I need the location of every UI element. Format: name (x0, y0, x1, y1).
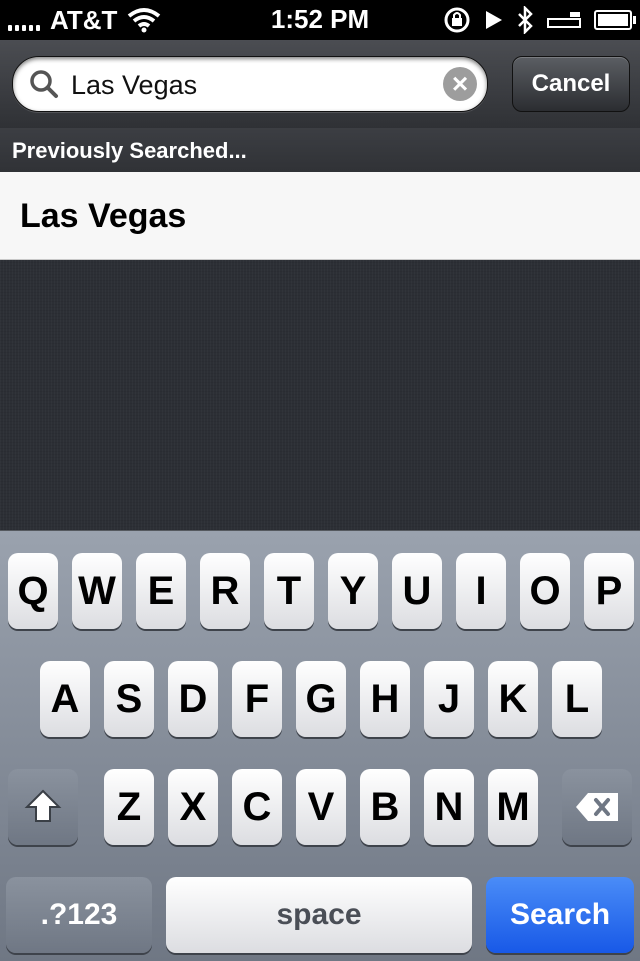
play-icon (486, 11, 502, 29)
key-j[interactable]: J (424, 661, 474, 737)
space-key[interactable]: space (166, 877, 472, 953)
key-r[interactable]: R (200, 553, 250, 629)
key-q[interactable]: Q (8, 553, 58, 629)
empty-background (0, 260, 640, 530)
shift-key[interactable] (8, 769, 78, 845)
delete-key[interactable] (562, 769, 632, 845)
search-field[interactable]: × (12, 56, 488, 112)
orientation-lock-icon (444, 7, 470, 33)
backspace-icon (576, 793, 618, 821)
numbers-key[interactable]: .?123 (6, 877, 152, 953)
search-bar: × Cancel (0, 40, 640, 129)
key-k[interactable]: K (488, 661, 538, 737)
key-a[interactable]: A (40, 661, 90, 737)
key-n[interactable]: N (424, 769, 474, 845)
key-l[interactable]: L (552, 661, 602, 737)
bluetooth-icon (518, 6, 533, 34)
status-right (442, 4, 636, 36)
keyboard: Q W E R T Y U I O P A S D F G H J K L Z … (0, 530, 640, 961)
alarm-bar-icon (547, 12, 581, 28)
search-icon (30, 70, 58, 98)
key-h[interactable]: H (360, 661, 410, 737)
key-y[interactable]: Y (328, 553, 378, 629)
key-z[interactable]: Z (104, 769, 154, 845)
key-w[interactable]: W (72, 553, 122, 629)
key-u[interactable]: U (392, 553, 442, 629)
section-header: Previously Searched... (0, 128, 640, 172)
key-t[interactable]: T (264, 553, 314, 629)
key-x[interactable]: X (168, 769, 218, 845)
key-s[interactable]: S (104, 661, 154, 737)
key-g[interactable]: G (296, 661, 346, 737)
status-bar: AT&T 1:52 PM (0, 0, 640, 40)
cancel-button[interactable]: Cancel (512, 56, 630, 112)
key-e[interactable]: E (136, 553, 186, 629)
key-d[interactable]: D (168, 661, 218, 737)
key-f[interactable]: F (232, 661, 282, 737)
list-item[interactable]: Las Vegas (0, 172, 640, 260)
search-key[interactable]: Search (486, 877, 634, 953)
key-c[interactable]: C (232, 769, 282, 845)
key-b[interactable]: B (360, 769, 410, 845)
search-input[interactable] (69, 65, 443, 105)
key-v[interactable]: V (296, 769, 346, 845)
key-i[interactable]: I (456, 553, 506, 629)
key-p[interactable]: P (584, 553, 634, 629)
shift-icon (24, 789, 62, 822)
clear-icon[interactable]: × (443, 67, 477, 101)
battery-icon (594, 10, 636, 30)
key-o[interactable]: O (520, 553, 570, 629)
key-m[interactable]: M (488, 769, 538, 845)
